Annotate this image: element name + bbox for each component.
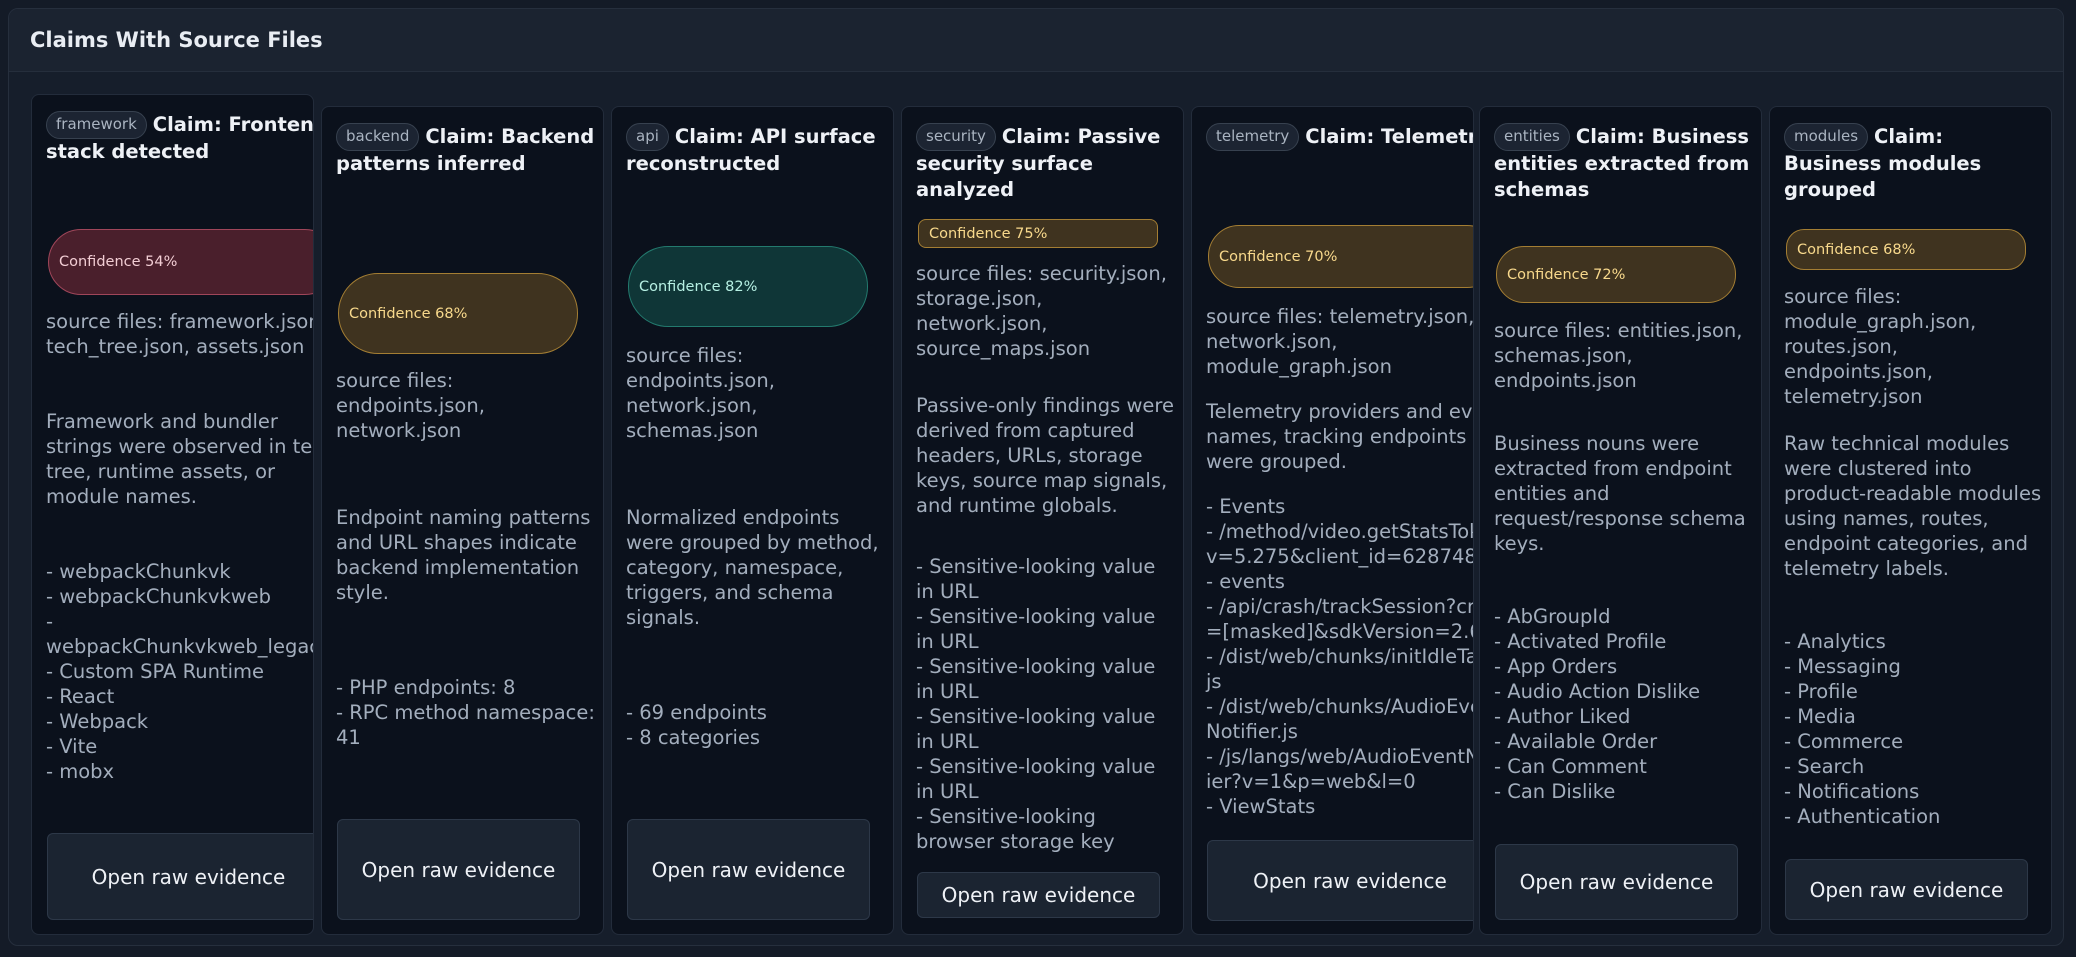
claim-description: Framework and bundler strings were obser… [46,410,314,508]
claim-description: Telemetry providers and event names, tra… [1206,400,1473,473]
claim-title: Claim: Telemetry and analytics grouped [1305,125,1473,148]
source-files: source files: framework.json, tech_tree.… [46,310,314,358]
claim-description: Passive-only findings were derived from … [916,394,1175,517]
claim-header: entities Claim: Business entities extract… [1494,123,1753,203]
claim-card-security: security Claim: Passive security surface … [901,106,1184,935]
claim-description: Normalized endpoints were grouped by met… [626,506,879,629]
category-tag: api [626,123,669,151]
claim-description: Raw technical modules were clustered int… [1784,432,2042,580]
confidence-badge: Confidence 68% [1786,229,2026,270]
claim-card-modules: modules Claim: Business modules grouped C… [1769,106,2052,935]
evidence-list: - Sensitive-looking value in URL - Sensi… [916,555,1156,853]
open-raw-evidence-button[interactable]: Open raw evidence [1785,859,2028,920]
category-tag: framework [46,111,147,139]
confidence-badge: Confidence 72% [1496,246,1736,303]
source-files: source files: module_graph.json, routes.… [1784,285,1977,408]
claim-header: telemetryClaim: Telemetry and analytics … [1206,123,1473,151]
claim-card-backend: backend Claim: Backend patterns inferred … [321,106,604,935]
category-tag: entities [1494,123,1570,151]
claim-card-api: api Claim: API surface reconstructed Conf… [611,106,894,935]
open-raw-evidence-button[interactable]: Open raw evidence [1207,840,1473,921]
claim-header: framework Claim: Frontend stack detected [46,111,313,165]
open-raw-evidence-button[interactable]: Open raw evidence [47,833,313,920]
claim-card-telemetry: telemetryClaim: Telemetry and analytics … [1191,106,1474,935]
claim-header: backend Claim: Backend patterns inferred [336,123,595,177]
claim-description: Endpoint naming patterns and URL shapes … [336,506,591,604]
confidence-badge: Confidence 68% [338,273,578,354]
category-tag: modules [1784,123,1869,151]
source-files: source files: entities.json, schemas.jso… [1494,319,1743,392]
evidence-list: - PHP endpoints: 8 - RPC method namespac… [336,676,595,749]
claim-header: modules Claim: Business modules grouped [1784,123,2043,203]
evidence-list: - webpackChunkvk - webpackChunkvkweb - w… [46,560,314,783]
confidence-badge: Confidence 82% [628,246,868,327]
source-files: source files: telemetry.json, network.js… [1206,305,1474,378]
evidence-list: - Events - /method/video.getStatsToken?v… [1206,495,1474,818]
confidence-badge: Confidence 70% [1208,225,1473,288]
claims-panel: Claims With Source Files framework Claim:… [8,8,2064,946]
open-raw-evidence-button[interactable]: Open raw evidence [337,819,580,920]
evidence-list: - Analytics - Messaging - Profile - Medi… [1784,630,1941,828]
evidence-list: - AbGroupId - Activated Profile - App Or… [1494,605,1701,803]
claim-card-framework: framework Claim: Frontend stack detected … [31,94,314,935]
open-raw-evidence-button[interactable]: Open raw evidence [627,819,870,920]
claim-card-entities: entities Claim: Business entities extract… [1479,106,1762,935]
panel-title: Claims With Source Files [30,28,323,52]
category-tag: backend [336,123,420,151]
open-raw-evidence-button[interactable]: Open raw evidence [917,872,1160,918]
source-files: source files: security.json, storage.jso… [916,262,1167,360]
open-raw-evidence-button[interactable]: Open raw evidence [1495,844,1738,920]
source-files: source files: endpoints.json, network.js… [336,369,485,442]
claim-header: api Claim: API surface reconstructed [626,123,885,177]
category-tag: security [916,123,996,151]
confidence-badge: Confidence 75% [918,219,1158,248]
category-tag: telemetry [1206,123,1300,151]
panel-header: Claims With Source Files [9,9,2063,72]
confidence-badge: Confidence 54% [48,229,313,295]
claim-description: Business nouns were extracted from endpo… [1494,432,1746,555]
evidence-list: - 69 endpoints - 8 categories [626,701,767,749]
claim-header: security Claim: Passive security surface … [916,123,1175,203]
source-files: source files: endpoints.json, network.js… [626,344,775,442]
